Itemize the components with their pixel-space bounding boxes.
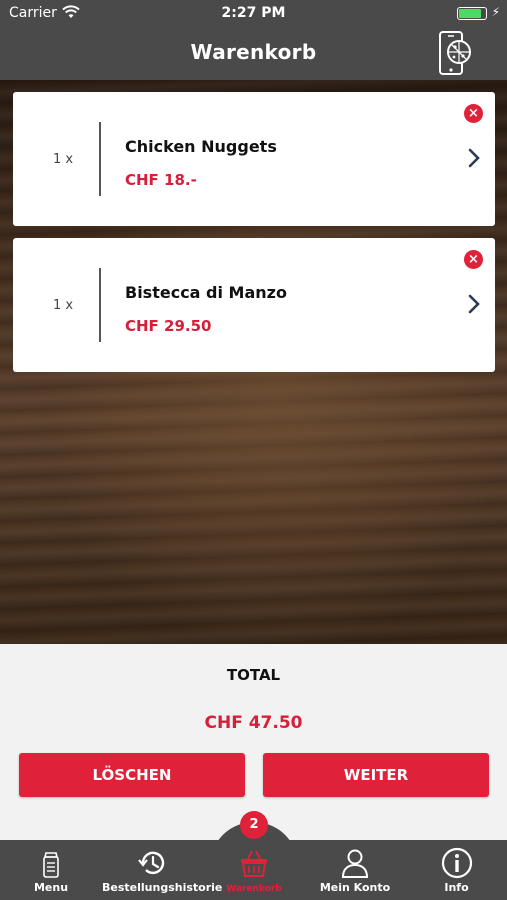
tab-cart-label: Warenkorb [226, 884, 282, 894]
cart-count-badge: 2 [240, 811, 268, 839]
clock: 2:27 PM [221, 5, 286, 21]
tab-menu-label: Menu [33, 881, 69, 894]
item-quantity: 1 x [53, 152, 74, 167]
tab-info[interactable]: Info [406, 840, 507, 900]
status-bar: Carrier 2:27 PM ⚡ [0, 0, 507, 28]
history-icon [138, 851, 165, 875]
cart-item[interactable]: 1 x Bistecca di Manzo CHF 29.50 × [13, 238, 495, 372]
tab-account-label: Mein Konto [319, 881, 391, 894]
total-label: TOTAL [226, 666, 281, 684]
item-name: Chicken Nuggets [125, 137, 277, 156]
remove-item-icon[interactable]: × [464, 250, 483, 269]
tab-bar: Menu Bestellungshistorie Warenkorb Mein … [0, 840, 507, 900]
item-name: Bistecca di Manzo [125, 283, 287, 302]
menu-icon [43, 852, 59, 878]
cart-item[interactable]: 1 x Chicken Nuggets CHF 18.- × [13, 92, 495, 226]
battery-icon [457, 7, 487, 20]
item-price: CHF 29.50 [125, 317, 212, 335]
item-divider [99, 122, 101, 196]
item-quantity: 1 x [53, 298, 74, 313]
charging-icon: ⚡ [491, 5, 500, 19]
basket-icon [241, 850, 267, 877]
remove-item-icon[interactable]: × [464, 104, 483, 123]
tab-info-label: Info [444, 881, 469, 894]
chevron-right-icon[interactable] [467, 293, 481, 315]
delete-button[interactable]: LÖSCHEN [19, 753, 245, 797]
phone-pizza-icon[interactable] [437, 30, 473, 76]
tab-history[interactable]: Bestellungshistorie [102, 840, 223, 900]
tab-history-label: Bestellungshistorie [102, 881, 223, 894]
page-title: Warenkorb [190, 40, 317, 64]
tab-cart[interactable]: Warenkorb [204, 840, 304, 900]
tab-menu[interactable]: Menu [0, 840, 102, 900]
total-amount: CHF 47.50 [204, 713, 303, 733]
next-button[interactable]: WEITER [263, 753, 489, 797]
item-divider [99, 268, 101, 342]
account-icon [341, 849, 369, 878]
navigation-bar: Warenkorb [0, 28, 507, 80]
item-price: CHF 18.- [125, 171, 197, 189]
chevron-right-icon[interactable] [467, 147, 481, 169]
info-icon [441, 847, 472, 879]
tab-account[interactable]: Mein Konto [304, 840, 406, 900]
